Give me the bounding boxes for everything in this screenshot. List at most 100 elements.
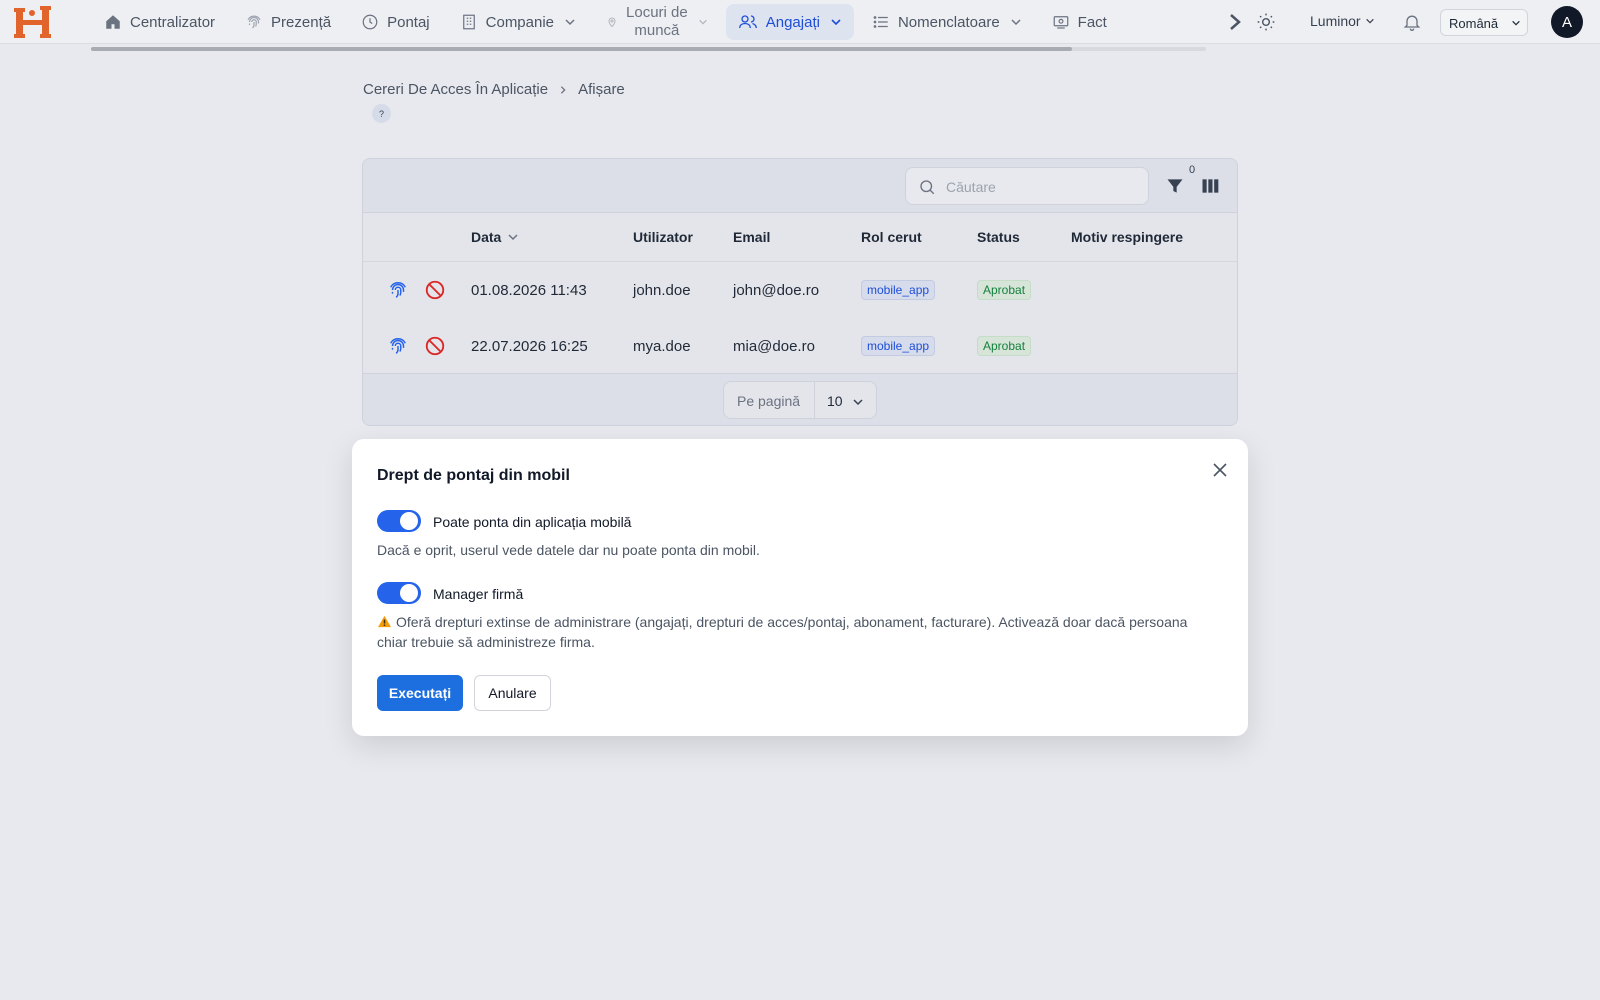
close-icon[interactable] <box>1210 460 1230 480</box>
language-select[interactable]: Română <box>1440 9 1528 36</box>
column-header-status: Status <box>977 229 1020 245</box>
column-header-reason: Motiv respingere <box>1071 229 1183 245</box>
fingerprint-icon <box>247 15 261 29</box>
breadcrumb: Cereri De Acces În Aplicație Afișare <box>363 81 625 98</box>
filter-count-badge: 0 <box>1189 164 1196 176</box>
reject-ban-icon[interactable] <box>424 335 446 357</box>
table-row: 22.07.2026 16:25 mya.doe mia@doe.ro mobi… <box>363 319 1237 375</box>
column-header-label: Motiv respingere <box>1071 229 1184 245</box>
chevron-right-icon[interactable] <box>1228 12 1242 32</box>
map-pin-icon <box>608 17 616 28</box>
nav-item-centralizator[interactable]: Centralizator <box>92 4 227 40</box>
help-icon: ? <box>378 108 384 119</box>
breadcrumb-parent[interactable]: Cereri De Acces În Aplicație <box>363 81 548 98</box>
nav-item-companie[interactable]: Companie <box>448 4 588 40</box>
status-badge: Aprobat <box>977 280 1032 300</box>
search-icon <box>920 180 935 195</box>
nav-label: Centralizator <box>130 13 216 31</box>
sun-icon[interactable] <box>1256 12 1276 32</box>
table-toolbar: Căutare 0 <box>363 159 1237 213</box>
nav-label: Fact <box>1077 13 1107 31</box>
nav-label-line2: muncă <box>634 22 680 39</box>
cell-email: mia@doe.ro <box>733 338 815 355</box>
company-manager-label: Manager firmă <box>433 586 524 602</box>
main-nav: Centralizator Prezență Pontaj Companie L… <box>92 0 1125 44</box>
column-header-label: Utilizator <box>633 229 693 245</box>
loading-progress-fill <box>91 47 1073 51</box>
nav-label-line1: Locuri de <box>626 4 688 21</box>
company-manager-toggle[interactable] <box>377 582 421 604</box>
column-header-label: Email <box>733 229 771 245</box>
nav-label: Nomenclatoare <box>897 13 1000 31</box>
chevron-down-icon <box>831 19 841 26</box>
chevron-right-icon <box>560 85 566 94</box>
sort-chevron-down-icon <box>508 234 518 241</box>
fingerprint-action-icon[interactable] <box>387 335 409 357</box>
company-manager-description: Oferă drepturi extinse de administrare (… <box>377 612 1217 652</box>
cell-email: john@doe.ro <box>733 282 820 299</box>
per-page-select[interactable]: Pe pagină 10 <box>723 381 877 419</box>
mobile-clocking-toggle[interactable] <box>377 510 421 532</box>
mobile-clocking-description: Dacă e oprit, userul vede datele dar nu … <box>377 542 760 558</box>
filter-icon[interactable] <box>1165 176 1185 196</box>
chevron-down-icon <box>1512 20 1520 26</box>
table-header: Data Utilizator Email Rol cerut Status M… <box>363 213 1237 262</box>
execute-button[interactable]: Executați <box>377 675 463 711</box>
nav-item-locuri-de-munca[interactable]: Locuri de muncă <box>594 4 720 40</box>
language-value: Română <box>1449 16 1499 31</box>
column-header-label: Data <box>471 229 502 245</box>
user-avatar[interactable]: A <box>1551 6 1583 38</box>
toggle-knob <box>400 584 418 602</box>
nav-label: Angajați <box>765 13 820 31</box>
nav-label: Locuri de muncă <box>626 4 688 40</box>
mobile-clocking-rights-modal: Drept de pontaj din mobil Poate ponta di… <box>352 439 1248 736</box>
status-badge: Aprobat <box>977 336 1032 356</box>
chevron-down-icon <box>853 399 863 406</box>
home-icon <box>106 15 120 29</box>
nav-label: Companie <box>485 13 555 31</box>
top-navigation-bar: Centralizator Prezență Pontaj Companie L… <box>0 0 1600 44</box>
chevron-down-icon <box>1011 19 1021 26</box>
column-header-label: Rol cerut <box>861 229 922 245</box>
columns-icon[interactable] <box>1200 176 1220 196</box>
nav-item-angajati[interactable]: Angajați <box>725 4 854 40</box>
theme-selector[interactable]: Luminor <box>1310 13 1375 29</box>
per-page-label: Pe pagină <box>724 382 815 418</box>
nav-label: Prezență <box>271 13 332 31</box>
chevron-down-icon <box>1365 18 1374 24</box>
app-logo[interactable] <box>14 4 52 40</box>
role-badge: mobile_app <box>861 280 936 300</box>
bell-icon[interactable] <box>1402 11 1422 33</box>
toggle-knob <box>400 512 418 530</box>
loading-progress-bar <box>91 47 1206 51</box>
cancel-button[interactable]: Anulare <box>474 675 551 711</box>
help-button[interactable]: ? <box>372 104 391 123</box>
nav-label: Pontaj <box>387 13 430 31</box>
users-icon <box>738 15 757 29</box>
nav-item-prezenta[interactable]: Prezență <box>233 4 343 40</box>
cell-user: john.doe <box>633 282 691 299</box>
cell-user: mya.doe <box>633 338 691 355</box>
cell-date: 22.07.2026 16:25 <box>471 338 588 355</box>
building-icon <box>462 14 475 30</box>
per-page-value-box[interactable]: 10 <box>815 382 876 418</box>
nav-item-nomenclatoare[interactable]: Nomenclatoare <box>860 4 1034 40</box>
company-manager-description-text: Oferă drepturi extinse de administrare (… <box>377 614 1188 650</box>
column-header-user: Utilizator <box>633 229 693 245</box>
search-placeholder: Căutare <box>946 179 996 195</box>
access-requests-table-card: Căutare 0 Data Utilizator Email Rol ceru… <box>362 158 1238 426</box>
search-input[interactable]: Căutare <box>905 167 1149 205</box>
mobile-clocking-label: Poate ponta din aplicația mobilă <box>433 514 632 530</box>
nav-item-pontaj[interactable]: Pontaj <box>349 4 442 40</box>
fingerprint-action-icon[interactable] <box>387 279 409 301</box>
table-footer: Pe pagină 10 <box>363 373 1237 425</box>
nav-item-facturare[interactable]: Fact <box>1040 4 1119 40</box>
column-header-date[interactable]: Data <box>471 229 519 245</box>
breadcrumb-current: Afișare <box>578 81 625 98</box>
column-header-role: Rol cerut <box>861 229 922 245</box>
column-header-email: Email <box>733 229 770 245</box>
warning-icon <box>378 615 391 628</box>
per-page-value: 10 <box>827 393 843 409</box>
reject-ban-icon[interactable] <box>424 279 446 301</box>
table-row: 01.08.2026 11:43 john.doe john@doe.ro mo… <box>363 263 1237 319</box>
